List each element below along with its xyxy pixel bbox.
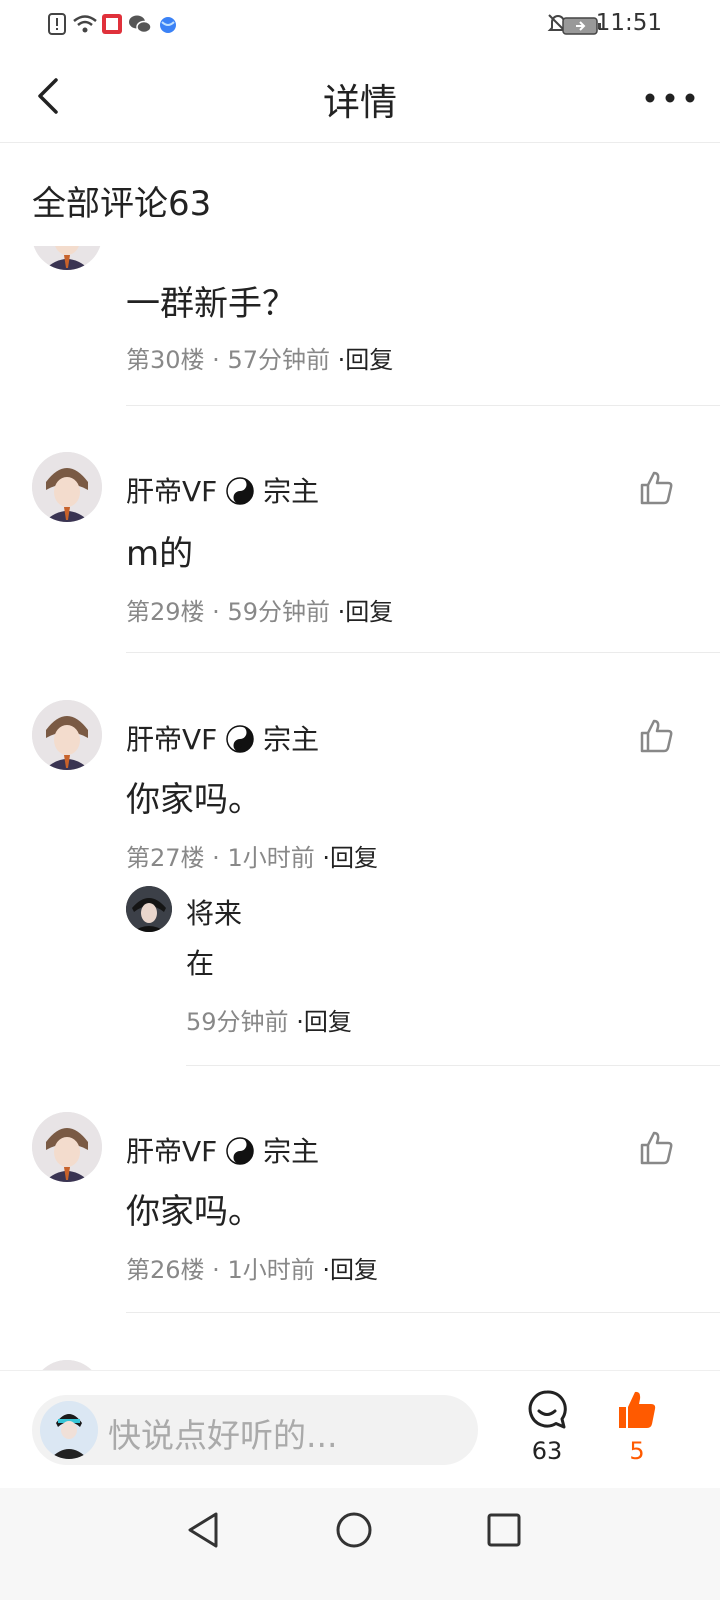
avatar[interactable] — [32, 1112, 102, 1182]
avatar[interactable] — [32, 246, 102, 270]
comment-icon — [528, 1390, 567, 1429]
alert-sim-icon — [48, 13, 66, 35]
comment-floor: 第26楼 — [126, 1256, 205, 1284]
comment-meta: 第30楼 · 57分钟前 ·回复 — [126, 340, 393, 375]
comment-item: 肝帝VF 宗主 你家吗。 第26楼 · 1小时前 ·回复 — [0, 1112, 720, 1360]
more-icon[interactable] — [642, 78, 698, 118]
nav-recents-icon[interactable] — [484, 1510, 524, 1550]
comment-text: 你家吗。 — [126, 1192, 262, 1232]
comment-meta: 第27楼 · 1小时前 ·回复 — [126, 838, 378, 873]
comment-time: 1小时前 — [227, 844, 315, 872]
comment-item: 肝帝VF 宗主 m的 第29楼 · 59分钟前 ·回复 — [0, 452, 720, 700]
my-avatar — [40, 1401, 98, 1459]
like-icon[interactable] — [638, 718, 674, 754]
meta-separator: · — [204, 844, 228, 872]
comment-item: 一群新手？ 第30楼 · 57分钟前 ·回复 — [0, 246, 720, 406]
sub-reply-author[interactable]: 将来 — [186, 892, 242, 932]
comment-text: 一群新手？ — [126, 284, 296, 324]
wifi-icon — [73, 15, 97, 33]
reply-button[interactable]: ·回复 — [322, 1256, 378, 1284]
likes-count-button[interactable]: 5 — [610, 1389, 664, 1465]
avatar[interactable] — [32, 452, 102, 522]
comment-count: 63 — [531, 1437, 563, 1465]
comment-input[interactable]: 快说点好听的... — [32, 1395, 478, 1465]
divider — [126, 652, 720, 653]
divider — [126, 1312, 720, 1313]
sub-reply-meta: 59分钟前 ·回复 — [186, 1002, 352, 1037]
reply-button[interactable]: ·回复 — [296, 1008, 352, 1036]
yin-yang-icon — [226, 1137, 254, 1165]
comment-item: 肝帝VF 宗主 你家吗。 第27楼 · 1小时前 ·回复 将来 在 59分钟前 … — [0, 700, 720, 1112]
yin-yang-icon — [226, 725, 254, 753]
like-count: 5 — [629, 1437, 645, 1465]
comment-author[interactable]: 肝帝VF 宗主 — [126, 718, 319, 758]
input-placeholder: 快说点好听的... — [108, 1416, 338, 1455]
reply-button[interactable]: ·回复 — [322, 844, 378, 872]
comments-count-button[interactable]: 63 — [520, 1389, 574, 1465]
comment-text: m的 — [126, 534, 194, 574]
comment-time: 1小时前 — [227, 1256, 315, 1284]
avatar[interactable] — [32, 1360, 102, 1370]
comments-section-title: 全部评论63 — [32, 184, 212, 224]
comment-input-bar: 快说点好听的... 63 5 — [0, 1370, 720, 1489]
comment-author[interactable]: 肝帝VF 宗主 — [126, 470, 319, 510]
nav-back-icon[interactable] — [184, 1510, 224, 1550]
thumbs-up-filled-icon — [619, 1391, 656, 1428]
comment-author[interactable]: 肝帝VF 宗主 — [126, 1130, 319, 1170]
status-time: 11:51 — [595, 10, 662, 36]
comment-meta: 第29楼 · 59分钟前 ·回复 — [126, 592, 393, 627]
comment-floor: 第30楼 — [126, 346, 205, 374]
yin-yang-icon — [226, 477, 254, 505]
like-icon[interactable] — [638, 1130, 674, 1166]
nav-home-icon[interactable] — [334, 1510, 374, 1550]
page-title: 详情 — [323, 81, 397, 124]
meta-separator: · — [204, 346, 228, 374]
comment-meta: 第26楼 · 1小时前 ·回复 — [126, 1250, 378, 1285]
top-nav-bar: 详情 — [0, 50, 720, 143]
reply-button[interactable]: ·回复 — [338, 598, 394, 626]
sub-reply-time: 59分钟前 — [186, 1008, 289, 1036]
meta-separator: · — [204, 598, 228, 626]
status-bar: 11:51 — [0, 0, 720, 50]
reply-button[interactable]: ·回复 — [338, 346, 394, 374]
meta-separator: · — [204, 1256, 228, 1284]
divider — [126, 405, 720, 406]
comment-list[interactable]: 一群新手？ 第30楼 · 57分钟前 ·回复 肝帝VF 宗主 m的 第29楼 ·… — [0, 246, 720, 1370]
comment-text: 你家吗。 — [126, 780, 262, 820]
comment-floor: 第29楼 — [126, 598, 205, 626]
divider — [186, 1065, 720, 1066]
comment-time: 59分钟前 — [227, 598, 330, 626]
wechat-icon — [129, 15, 152, 34]
sub-reply-avatar[interactable] — [126, 886, 172, 932]
avatar[interactable] — [32, 700, 102, 770]
sub-reply-text: 在 — [186, 947, 215, 980]
like-icon[interactable] — [638, 470, 674, 506]
system-nav-bar — [0, 1488, 720, 1600]
comment-time: 57分钟前 — [227, 346, 330, 374]
comment-floor: 第27楼 — [126, 844, 205, 872]
app-notification-icon — [102, 14, 122, 34]
browser-icon — [160, 17, 176, 33]
